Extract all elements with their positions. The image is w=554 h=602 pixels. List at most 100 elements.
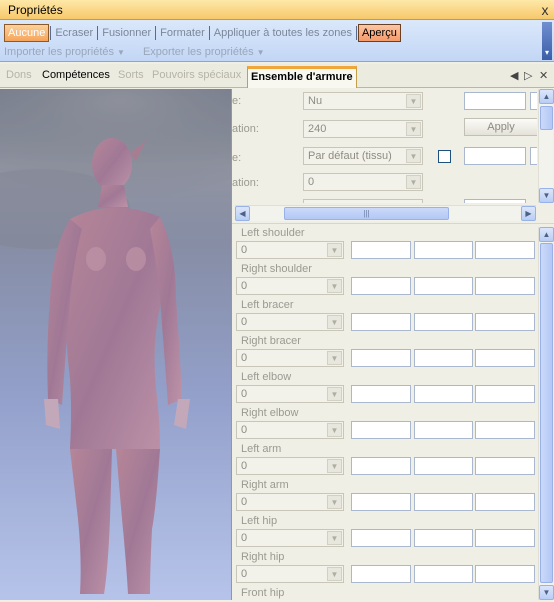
armor-part-row: Front hip▼ [232, 587, 537, 600]
material-value: Par défaut (tissu) [308, 150, 392, 162]
scroll-right-icon[interactable]: ▷ [524, 69, 532, 82]
scroll-right-icon[interactable]: ▶ [521, 206, 536, 221]
tab-spells[interactable]: Sorts [118, 69, 144, 87]
armor-part-field-2[interactable] [414, 241, 473, 259]
armor-part-field-1[interactable] [351, 385, 411, 403]
scroll-down-icon[interactable]: ▼ [539, 585, 554, 600]
armor-part-row: Right elbow 0 ▼ [232, 407, 537, 443]
armor-parts-vertical-scrollbar[interactable]: ▲ ▼ [538, 227, 554, 600]
armor-part-select[interactable]: 0 ▼ [236, 349, 344, 367]
armor-part-field-3[interactable] [475, 493, 535, 511]
apply-button[interactable]: Apply [464, 118, 537, 136]
partial-select[interactable] [303, 199, 423, 203]
none-button[interactable]: Aucune [4, 24, 50, 42]
armor-part-field-3[interactable] [475, 277, 535, 295]
window-title: Propriétés [8, 2, 63, 17]
properties-vertical-scrollbar[interactable]: ▲ ▼ [538, 89, 554, 203]
toolbar-separator [355, 26, 357, 40]
armor-part-select[interactable]: 0 ▼ [236, 493, 344, 511]
chevron-down-icon: ▼ [117, 48, 125, 57]
armor-part-field-1[interactable] [351, 457, 411, 475]
scroll-left-icon[interactable]: ◀ [510, 69, 518, 82]
toolbar-separator [208, 26, 210, 40]
scrollbar-thumb[interactable] [540, 106, 553, 130]
armor-part-field-2[interactable] [414, 277, 473, 295]
horizontal-scrollbar-thumb[interactable]: ||| [284, 207, 449, 220]
chevron-down-icon: ▼ [327, 567, 342, 581]
material-select[interactable]: Par défaut (tissu) ▼ [303, 147, 423, 165]
armor-part-field-3[interactable] [475, 349, 535, 367]
armor-part-field-1[interactable] [351, 493, 411, 511]
armor-part-row: Left bracer 0 ▼ [232, 299, 537, 335]
property-field[interactable] [464, 147, 526, 165]
close-icon[interactable]: x [536, 2, 554, 18]
toolbar-separator [97, 26, 99, 40]
armor-part-select[interactable]: 0 ▼ [236, 529, 344, 547]
overwrite-button[interactable]: Ecraser [52, 25, 96, 41]
armor-part-select[interactable]: 0 ▼ [236, 313, 344, 331]
close-tab-icon[interactable]: ✕ [539, 69, 548, 82]
armor-part-select[interactable]: 0 ▼ [236, 241, 344, 259]
armor-part-field-3[interactable] [475, 421, 535, 439]
property-label: e: [232, 152, 242, 164]
armor-part-field-2[interactable] [414, 421, 473, 439]
appearance-value: Nu [308, 95, 323, 107]
scroll-up-icon[interactable]: ▲ [539, 89, 554, 104]
armor-part-field-3[interactable] [475, 241, 535, 259]
preview-button[interactable]: Aperçu [357, 24, 401, 42]
armor-part-select[interactable]: 0 ▼ [236, 421, 344, 439]
scrollbar-thumb[interactable] [540, 243, 553, 583]
armor-part-field-3[interactable] [475, 529, 535, 547]
variation-select[interactable]: 240 ▼ [303, 120, 423, 138]
armor-part-field-3[interactable] [475, 457, 535, 475]
apply-all-zones-button[interactable]: Appliquer à toutes les zones [211, 25, 355, 41]
armor-part-field-1[interactable] [351, 529, 411, 547]
armor-part-field-3[interactable] [475, 313, 535, 331]
export-properties-menu[interactable]: Exporter les propriétés ▼ [143, 46, 265, 58]
armor-part-field-1[interactable] [351, 565, 411, 583]
armor-part-field-2[interactable] [414, 565, 473, 583]
armor-set-panel: e: Nu ▼ ation: 240 ▼ Apply e: Par défaut (… [231, 89, 554, 600]
tab-special-powers[interactable]: Pouvoirs spéciaux [152, 69, 241, 87]
armor-part-select[interactable]: 0 ▼ [236, 457, 344, 475]
armor-part-field-2[interactable] [414, 457, 473, 475]
property-field[interactable] [530, 147, 537, 165]
armor-part-field-3[interactable] [475, 385, 535, 403]
armor-part-label: Left hip [241, 515, 278, 527]
scroll-up-icon[interactable]: ▲ [539, 227, 554, 242]
format-button[interactable]: Formater [157, 25, 208, 41]
armor-part-field-1[interactable] [351, 349, 411, 367]
appearance-select[interactable]: Nu ▼ [303, 92, 423, 110]
armor-part-select[interactable]: 0 ▼ [236, 565, 344, 583]
armor-part-field-3[interactable] [475, 565, 535, 583]
armor-part-field-2[interactable] [414, 349, 473, 367]
merge-button[interactable]: Fusionner [99, 25, 154, 41]
armor-part-value: 0 [241, 496, 248, 508]
armor-part-field-1[interactable] [351, 241, 411, 259]
armor-part-field-2[interactable] [414, 493, 473, 511]
import-properties-menu[interactable]: Importer les propriétés ▼ [4, 46, 125, 58]
tab-armor-set[interactable]: Ensemble d'armure [247, 66, 357, 88]
model-preview-viewport[interactable] [0, 89, 231, 600]
toolbar-separator [155, 26, 157, 40]
armor-part-field-2[interactable] [414, 529, 473, 547]
scroll-down-icon[interactable]: ▼ [539, 188, 554, 203]
toolbar-overflow-button[interactable]: ▾ [542, 22, 552, 60]
armor-part-field-1[interactable] [351, 421, 411, 439]
armor-part-field-1[interactable] [351, 277, 411, 295]
scroll-left-icon[interactable]: ◀ [235, 206, 250, 221]
property-field[interactable] [464, 92, 526, 110]
armor-part-field-1[interactable] [351, 313, 411, 331]
tab-bar: Dons Compétences Sorts Pouvoirs spéciaux… [0, 64, 554, 88]
armor-part-select[interactable]: 0 ▼ [236, 385, 344, 403]
armor-part-field-2[interactable] [414, 385, 473, 403]
armor-part-field-2[interactable] [414, 313, 473, 331]
variation-select-2[interactable]: 0 ▼ [303, 173, 423, 191]
property-field[interactable] [530, 92, 537, 110]
tab-feats[interactable]: Dons [6, 69, 32, 87]
tab-skills[interactable]: Compétences [42, 69, 110, 87]
armor-part-select[interactable]: 0 ▼ [236, 277, 344, 295]
material-checkbox[interactable] [438, 150, 451, 163]
property-field[interactable] [464, 199, 526, 203]
properties-horizontal-scrollbar[interactable]: ◀ ||| ▶ [235, 205, 536, 221]
